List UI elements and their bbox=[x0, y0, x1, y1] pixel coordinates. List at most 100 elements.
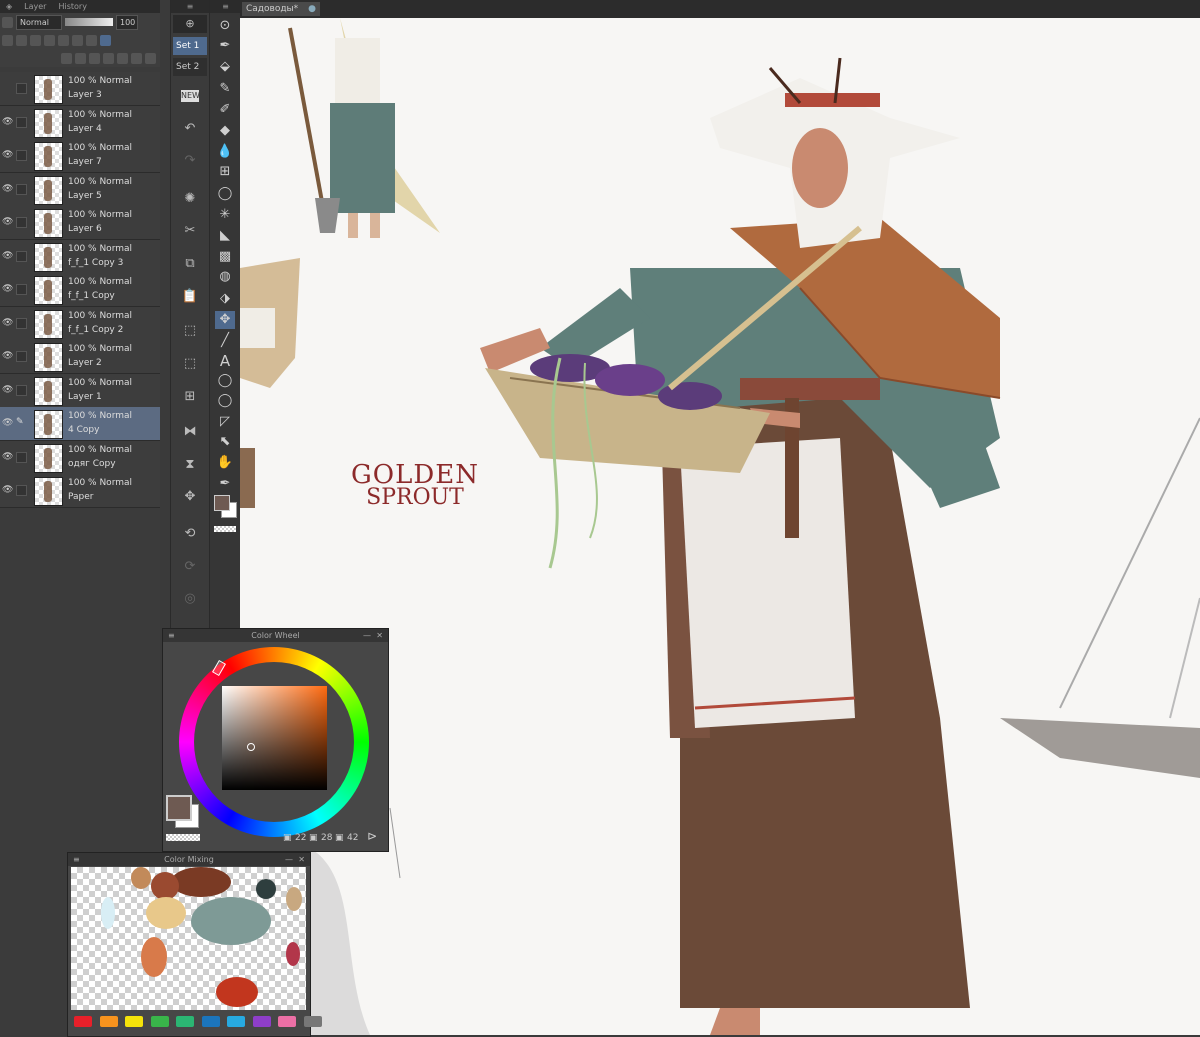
hand-tool-icon[interactable]: ✋ bbox=[215, 454, 235, 472]
color-picker-tool-icon[interactable]: ✒ bbox=[215, 475, 235, 493]
document-tab[interactable]: Садоводы* ● bbox=[242, 2, 320, 16]
tab-layer[interactable]: Layer bbox=[18, 2, 52, 11]
lock-icon[interactable] bbox=[30, 34, 41, 46]
layer-row[interactable]: 👁 100 % Normal Layer 4 bbox=[0, 105, 160, 140]
flip-vertical-icon[interactable]: ⧗ bbox=[181, 456, 199, 474]
brush-tool-icon[interactable]: ✐ bbox=[215, 101, 235, 119]
visibility-eye-icon[interactable]: 👁 bbox=[2, 452, 13, 462]
new-icon[interactable]: NEW bbox=[181, 90, 200, 102]
selection-icon[interactable]: ⬚ bbox=[181, 322, 199, 340]
layer-lock-checkbox[interactable] bbox=[16, 284, 27, 295]
saturation-value-square[interactable] bbox=[222, 686, 327, 790]
layer-row[interactable]: 👁 100 % Normal f_f_1 Copy 3 bbox=[0, 239, 160, 274]
transparent-color-icon[interactable] bbox=[214, 526, 236, 532]
layer-lock-checkbox[interactable] bbox=[16, 384, 27, 396]
reference-layer-icon[interactable] bbox=[16, 34, 27, 46]
visibility-eye-icon[interactable]: 👁 bbox=[2, 150, 13, 160]
layer-row[interactable]: 👁 ✎ 100 % Normal 4 Copy bbox=[0, 407, 160, 441]
speech-tool-icon[interactable]: ◯ bbox=[215, 392, 235, 410]
blend-tool-icon[interactable]: 💧 bbox=[215, 143, 235, 161]
layer-row[interactable]: 👁 100 % Normal Layer 6 bbox=[0, 206, 160, 240]
transfer-icon[interactable] bbox=[103, 52, 114, 64]
layer-lock-checkbox[interactable] bbox=[16, 317, 27, 329]
mesh-transform-icon[interactable]: ⊞ bbox=[181, 388, 199, 406]
sv-cursor[interactable] bbox=[247, 743, 255, 751]
visibility-eye-icon[interactable]: 👁 bbox=[2, 117, 13, 127]
layer-lock-checkbox[interactable] bbox=[16, 83, 27, 94]
mask-add-icon[interactable] bbox=[131, 52, 142, 64]
new-raster-layer-icon[interactable] bbox=[61, 52, 72, 64]
palette-swatch[interactable] bbox=[176, 1016, 194, 1027]
close-icon[interactable]: ✕ bbox=[376, 629, 383, 642]
paste-icon[interactable]: 📋 bbox=[181, 288, 199, 306]
tool-menu-icon[interactable]: ≡ bbox=[210, 0, 241, 13]
transparent-swatch[interactable] bbox=[166, 834, 200, 841]
close-icon[interactable]: ✕ bbox=[298, 853, 305, 866]
bucket-tool-icon[interactable]: ◣ bbox=[215, 227, 235, 245]
transform-icon[interactable]: ⬚ bbox=[181, 355, 199, 373]
visibility-eye-icon[interactable]: 👁 bbox=[2, 251, 13, 261]
new-vector-layer-icon[interactable] bbox=[75, 52, 86, 64]
move-icon[interactable]: ✥ bbox=[181, 488, 199, 506]
lasso-tool-icon[interactable]: ◯ bbox=[215, 185, 235, 203]
layer-type-icon[interactable] bbox=[2, 16, 13, 28]
new-folder-icon[interactable] bbox=[89, 52, 100, 64]
opacity-value[interactable]: 100 bbox=[116, 14, 138, 30]
texture-tool-icon[interactable]: ◍ bbox=[215, 268, 235, 286]
minimize-icon[interactable]: — bbox=[285, 853, 293, 866]
layer-lock-checkbox[interactable] bbox=[16, 217, 27, 228]
grid-tool-icon[interactable]: ⊞ bbox=[215, 163, 235, 181]
visibility-eye-icon[interactable]: 👁 bbox=[2, 418, 13, 428]
drawing-canvas[interactable]: GOLDEN SPROUT bbox=[240, 18, 1200, 1035]
eyedropper-tool-icon[interactable]: ✒ bbox=[215, 37, 235, 55]
opacity-slider[interactable] bbox=[65, 18, 113, 26]
cut-icon[interactable]: ✂ bbox=[181, 222, 199, 240]
gradient-tool-icon[interactable]: ▩ bbox=[215, 248, 235, 266]
color-layer-icon[interactable] bbox=[86, 34, 97, 46]
layer-row[interactable]: 👁 100 % Normal f_f_1 Copy 2 bbox=[0, 306, 160, 341]
visibility-eye-icon[interactable]: 👁 bbox=[2, 351, 13, 361]
visibility-eye-icon[interactable]: 👁 bbox=[2, 184, 13, 194]
layer-lock-checkbox[interactable] bbox=[16, 451, 27, 463]
draft-layer-icon[interactable] bbox=[72, 34, 83, 46]
layer-lock-checkbox[interactable] bbox=[16, 485, 27, 496]
flip-horizontal-icon[interactable]: ⧓ bbox=[181, 423, 199, 441]
palette-swatch[interactable] bbox=[252, 1016, 271, 1027]
main-color-swatch[interactable] bbox=[166, 795, 192, 821]
magic-wand-tool-icon[interactable]: ✳ bbox=[215, 206, 235, 224]
reset-icon[interactable]: ⟳ bbox=[181, 558, 199, 576]
blend-mode-select[interactable]: Normal bbox=[16, 14, 62, 30]
palette-swatch[interactable] bbox=[74, 1016, 92, 1027]
copy-icon[interactable]: ⧉ bbox=[181, 255, 199, 273]
palette-swatch[interactable] bbox=[150, 1016, 169, 1027]
palette-swatch[interactable] bbox=[227, 1016, 245, 1027]
set-item-1[interactable]: Set 1 bbox=[173, 37, 207, 55]
clip-icon[interactable] bbox=[2, 34, 13, 46]
layer-lock-checkbox[interactable] bbox=[16, 150, 27, 161]
layer-row[interactable]: 👁 100 % Normal Layer 2 bbox=[0, 340, 160, 374]
close-tab-icon[interactable]: ● bbox=[308, 2, 316, 16]
layer-row[interactable]: 👁 100 % Normal f_f_1 Copy bbox=[0, 273, 160, 307]
undo-icon[interactable]: ↶ bbox=[181, 120, 199, 138]
palette-swatch[interactable] bbox=[201, 1016, 220, 1027]
palette-swatch[interactable] bbox=[278, 1016, 296, 1027]
loading-icon[interactable]: ✺ bbox=[181, 190, 199, 208]
delete-layer-icon[interactable] bbox=[145, 52, 156, 64]
visibility-eye-icon[interactable]: 👁 bbox=[2, 385, 13, 395]
balloon-tool-icon[interactable]: ◯ bbox=[215, 372, 235, 390]
move-tool-icon[interactable]: ✥ bbox=[215, 311, 235, 329]
layer-color-icon[interactable] bbox=[100, 34, 111, 46]
layer-row[interactable]: 100 % Normal Layer 3 bbox=[0, 72, 160, 106]
eraser-tool-icon[interactable]: ◆ bbox=[215, 122, 235, 140]
mixing-canvas[interactable] bbox=[71, 867, 306, 1010]
operation-tool-icon[interactable]: ⬉ bbox=[215, 433, 235, 451]
combine-icon[interactable] bbox=[117, 52, 128, 64]
layer-lock-checkbox[interactable] bbox=[16, 183, 27, 195]
search-icon[interactable]: ⊕ bbox=[173, 15, 207, 33]
set-item-2[interactable]: Set 2 bbox=[173, 58, 207, 76]
zoom-tool-icon[interactable]: ⊙ bbox=[215, 17, 235, 35]
pen-editing-icon[interactable]: ✎ bbox=[16, 418, 25, 427]
visibility-eye-icon[interactable]: 👁 bbox=[2, 284, 13, 294]
mask-icon[interactable] bbox=[58, 34, 69, 46]
text-tool-icon[interactable]: A bbox=[215, 352, 235, 370]
